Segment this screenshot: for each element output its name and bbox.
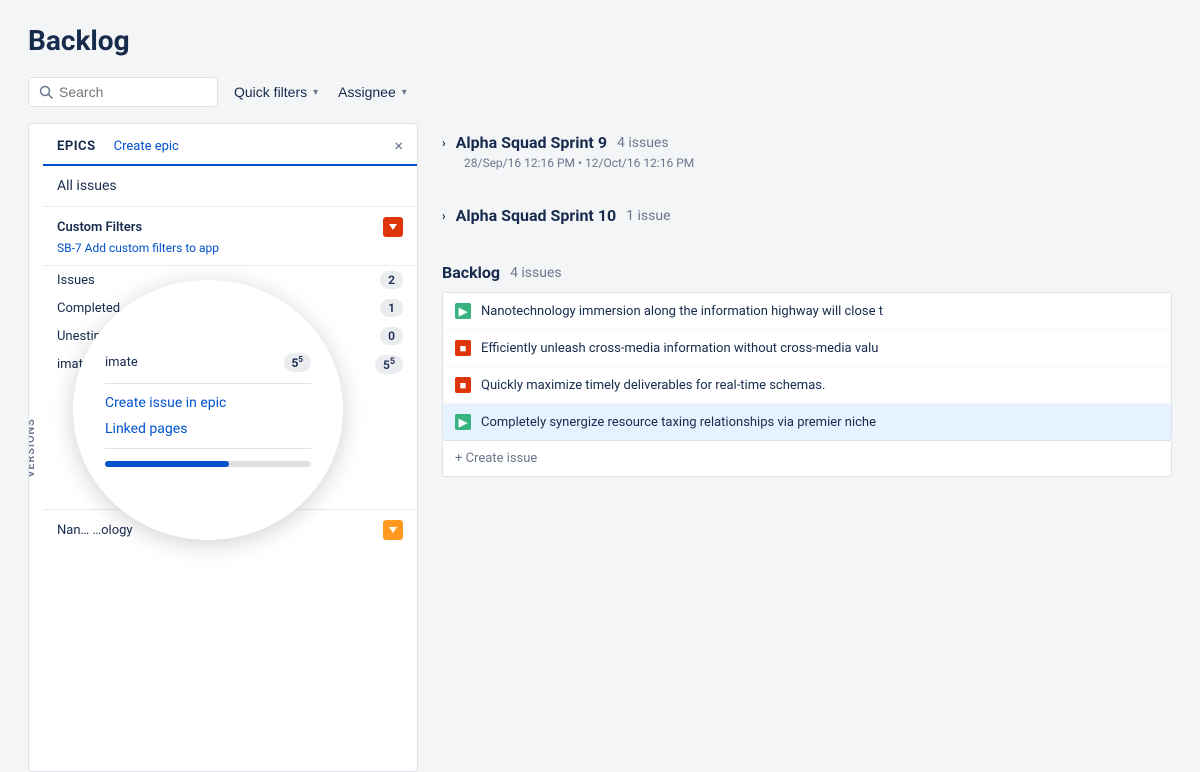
sprint-9-name: Alpha Squad Sprint 9 bbox=[456, 133, 607, 152]
linked-pages-link[interactable]: Linked pages bbox=[105, 416, 187, 442]
search-icon bbox=[39, 85, 53, 99]
sidebar-header: EPICS Create epic × bbox=[43, 124, 417, 166]
issue-row[interactable]: ■ Quickly maximize timely deliverables f… bbox=[443, 367, 1171, 404]
nano-badge bbox=[383, 520, 403, 540]
issue-type-icon: ■ bbox=[455, 377, 471, 393]
create-issue-button[interactable]: + Create issue bbox=[442, 441, 1172, 477]
popup-estimate-row: imate 55 bbox=[105, 348, 311, 377]
assignee-button[interactable]: Assignee ▾ bbox=[334, 78, 411, 106]
issue-type-icon: ▶ bbox=[455, 303, 471, 319]
versions-tab: VERSIONS bbox=[28, 418, 37, 477]
issue-text: Efficiently unleash cross-media informat… bbox=[481, 341, 1159, 356]
issue-text: Nanotechnology immersion along the infor… bbox=[481, 304, 1159, 319]
sprint-9-count: 4 issues bbox=[617, 135, 669, 151]
issue-type-icon: ▶ bbox=[455, 414, 471, 430]
toolbar: Quick filters ▾ Assignee ▾ bbox=[28, 77, 1172, 107]
issues-list: ▶ Nanotechnology immersion along the inf… bbox=[442, 292, 1172, 441]
sprint-9-chevron-icon: › bbox=[442, 136, 446, 150]
issue-row[interactable]: ■ Efficiently unleash cross-media inform… bbox=[443, 330, 1171, 367]
right-panel: › Alpha Squad Sprint 9 4 issues 28/Sep/1… bbox=[418, 123, 1172, 772]
sprint-9-header[interactable]: › Alpha Squad Sprint 9 4 issues bbox=[442, 123, 1172, 156]
epics-label: EPICS bbox=[57, 139, 96, 154]
backlog-count: 4 issues bbox=[510, 265, 562, 281]
popup-divider bbox=[105, 383, 311, 384]
all-issues-item[interactable]: All issues bbox=[43, 166, 417, 207]
backlog-section: Backlog 4 issues ▶ Nanotechnology immers… bbox=[442, 255, 1172, 477]
sprint-9-section: › Alpha Squad Sprint 9 4 issues 28/Sep/1… bbox=[442, 123, 1172, 178]
issue-row[interactable]: ▶ Completely synergize resource taxing r… bbox=[443, 404, 1171, 440]
sprint-10-name: Alpha Squad Sprint 10 bbox=[456, 206, 617, 225]
quick-filters-chevron-icon: ▾ bbox=[313, 87, 318, 98]
custom-filters-badge bbox=[383, 217, 403, 237]
issue-text: Quickly maximize timely deliverables for… bbox=[481, 378, 1159, 393]
issue-row[interactable]: ▶ Nanotechnology immersion along the inf… bbox=[443, 293, 1171, 330]
create-issue-in-epic-link[interactable]: Create issue in epic bbox=[105, 390, 226, 416]
custom-filters-epic: Custom Filters SB-7 Add custom filters t… bbox=[43, 207, 417, 266]
epic-context-menu: imate 55 Create issue in epic Linked pag… bbox=[73, 280, 343, 540]
progress-bar-fill bbox=[105, 461, 229, 467]
sprint-10-section: › Alpha Squad Sprint 10 1 issue bbox=[442, 196, 1172, 229]
popup-divider-2 bbox=[105, 448, 311, 449]
search-box[interactable] bbox=[28, 77, 218, 107]
main-content: VERSIONS EPICS Create epic × All issues … bbox=[28, 123, 1172, 772]
quick-filters-button[interactable]: Quick filters ▾ bbox=[230, 78, 322, 106]
search-input[interactable] bbox=[59, 84, 207, 100]
progress-bar bbox=[105, 461, 311, 467]
create-epic-link[interactable]: Create epic bbox=[114, 139, 179, 154]
sidebar: VERSIONS EPICS Create epic × All issues … bbox=[28, 123, 418, 772]
page-title: Backlog bbox=[28, 24, 1172, 57]
sprint-10-chevron-icon: › bbox=[442, 209, 446, 223]
sprint-10-header[interactable]: › Alpha Squad Sprint 10 1 issue bbox=[442, 196, 1172, 229]
custom-filters-title: Custom Filters bbox=[57, 220, 142, 235]
close-sidebar-button[interactable]: × bbox=[394, 138, 403, 154]
sprint-9-dates: 28/Sep/16 12:16 PM • 12/Oct/16 12:16 PM bbox=[442, 156, 1172, 178]
sprint-10-count: 1 issue bbox=[626, 208, 670, 224]
issue-type-icon: ■ bbox=[455, 340, 471, 356]
issue-text: Completely synergize resource taxing rel… bbox=[481, 415, 1159, 430]
assignee-chevron-icon: ▾ bbox=[402, 87, 407, 98]
backlog-header: Backlog 4 issues bbox=[442, 255, 1172, 292]
custom-filters-tag[interactable]: SB-7 Add custom filters to app bbox=[57, 241, 403, 255]
